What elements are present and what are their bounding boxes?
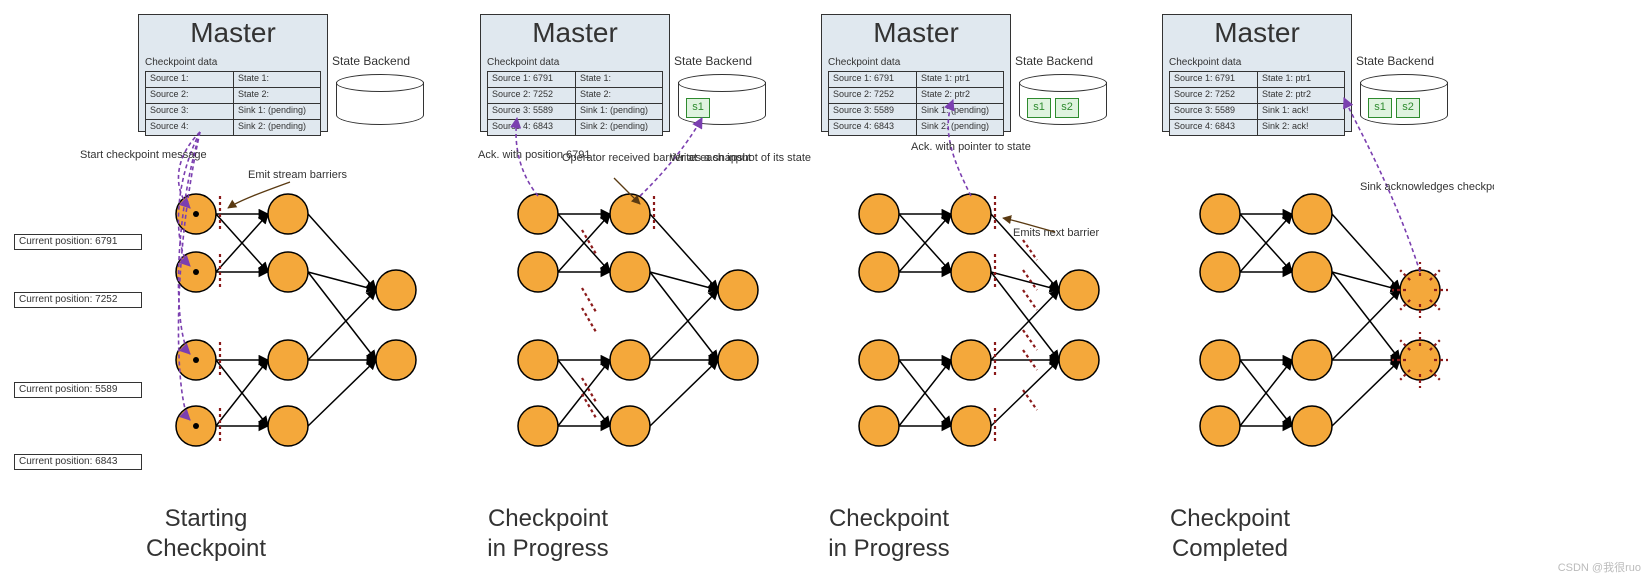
diagram-root: Master Checkpoint data Source 1:State 1:… [0, 0, 1651, 579]
dataflow-graph: Sink acknowledges checkpoint after recei… [1024, 0, 1494, 470]
svg-text:Sink acknowledges checkpoint a: Sink acknowledges checkpoint after recei… [1360, 181, 1494, 193]
watermark: CSDN @我很ruo [1558, 559, 1641, 575]
svg-text:Ack. with pointer to state: Ack. with pointer to state [911, 141, 1031, 153]
stage-title: CheckpointCompleted [1024, 504, 1436, 563]
svg-text:Emit stream barriers: Emit stream barriers [248, 169, 348, 181]
stage-panel: Master Checkpoint data Source 1: 6791Sta… [1024, 0, 1436, 579]
svg-text:Start checkpoint message: Start checkpoint message [80, 149, 207, 161]
